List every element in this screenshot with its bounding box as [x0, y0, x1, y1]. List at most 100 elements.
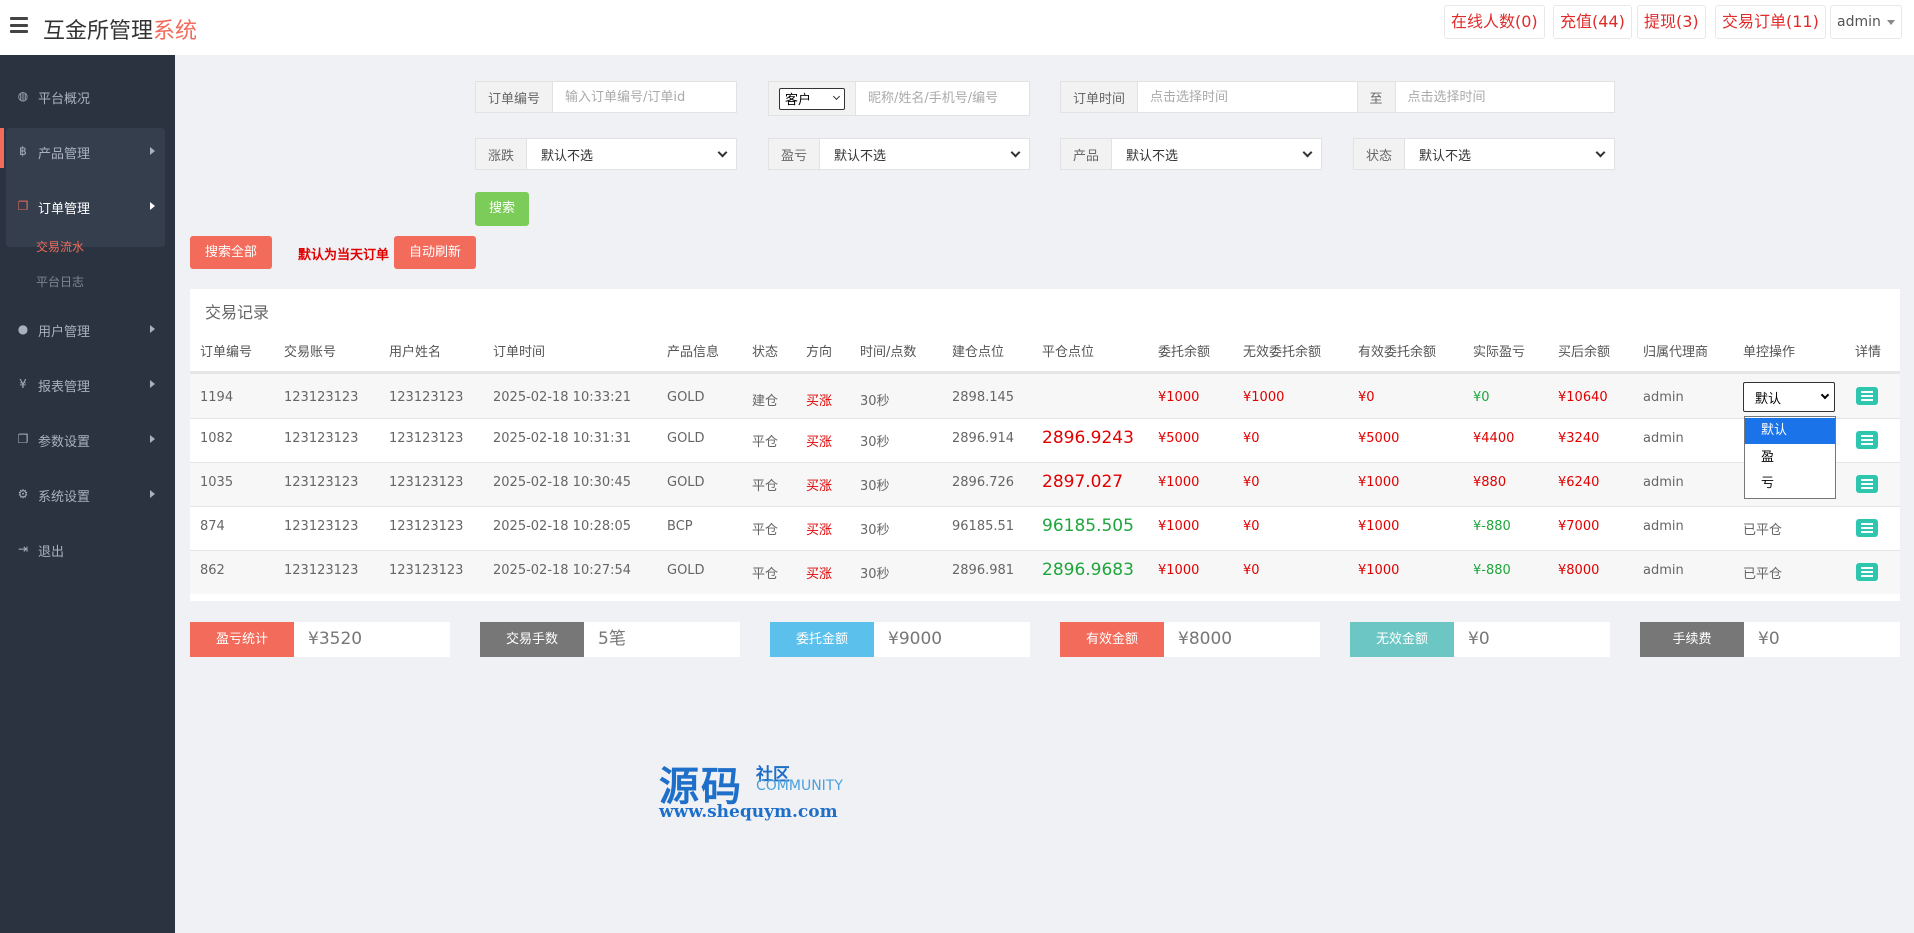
order-number-label: 订单编号 [476, 82, 554, 112]
rise-fall-value: 默认不选 [541, 148, 594, 164]
order-number-filter: 订单编号 [475, 81, 737, 113]
chevron-down-icon [1302, 147, 1313, 157]
cell-order-id: 1082 [200, 431, 234, 446]
status-value: 默认不选 [1419, 148, 1472, 164]
detail-list-icon[interactable] [1856, 387, 1878, 405]
col-header: 实际盈亏 [1473, 345, 1526, 360]
search-all-button[interactable]: 搜索全部 [190, 236, 272, 269]
cell-balance-after: ¥3240 [1558, 431, 1600, 446]
sidebar-item-label: 报表管理 [38, 380, 91, 395]
customer-type-value: 客户 [785, 93, 812, 108]
detail-list-icon[interactable] [1856, 563, 1878, 581]
sidebar-item-users[interactable]: ● 用户管理 [0, 309, 175, 349]
cell-account: 123123123 [284, 475, 359, 490]
profit-loss-label: 盈亏 [769, 139, 821, 169]
control-operation-value: 默认 [1755, 391, 1782, 407]
cell-agent: admin [1643, 475, 1684, 490]
col-header: 平仓点位 [1042, 345, 1095, 360]
user-menu[interactable]: admin [1830, 5, 1902, 39]
sidebar-item-label: 平台概况 [38, 92, 91, 107]
sidebar-item-products[interactable]: ฿ 产品管理 [0, 131, 175, 171]
time-range-to-label: 至 [1356, 82, 1396, 112]
yen-icon: ¥ [19, 377, 27, 391]
user-icon: ● [17, 322, 29, 336]
caret-right-icon [150, 490, 155, 498]
rise-fall-filter: 涨跌 默认不选 [475, 138, 737, 170]
auto-refresh-button[interactable]: 自动刷新 [394, 236, 476, 269]
cell-open-price: 2896.981 [952, 563, 1015, 578]
order-number-input[interactable] [553, 82, 736, 112]
bitcoin-icon: ฿ [19, 144, 27, 158]
today-orders-note: 默认为当天订单 [298, 248, 390, 263]
hamburger-menu-icon[interactable] [10, 17, 28, 33]
detail-list-icon[interactable] [1856, 475, 1878, 493]
product-select[interactable]: 默认不选 [1112, 139, 1321, 169]
cell-open-price: 2898.145 [952, 390, 1015, 405]
cell-balance-after: ¥10640 [1558, 390, 1608, 405]
stat-value: ¥0 [1468, 629, 1490, 649]
control-operation-select[interactable]: 默认 [1743, 382, 1835, 412]
sidebar-subitem-trade-flow[interactable]: 交易流水 [36, 238, 84, 255]
sidebar-item-reports[interactable]: ¥ 报表管理 [0, 364, 175, 404]
cell-direction: 买涨 [806, 479, 833, 494]
rise-fall-select[interactable]: 默认不选 [527, 139, 736, 169]
cell-direction: 买涨 [806, 435, 833, 450]
cell-control-status: 已平仓 [1743, 567, 1783, 582]
detail-list-icon[interactable] [1856, 431, 1878, 449]
order-time-start-input[interactable] [1138, 82, 1357, 112]
cell-name: 123123123 [389, 431, 464, 446]
online-count-link[interactable]: 在线人数(0) [1444, 5, 1545, 39]
sidebar-item-logout[interactable]: ⇥ 退出 [0, 529, 175, 569]
cell-invalid: ¥0 [1243, 519, 1260, 534]
sidebar-item-system[interactable]: ⚙ 系统设置 [0, 474, 175, 514]
sign-out-icon: ⇥ [17, 542, 29, 556]
cell-balance-after: ¥7000 [1558, 519, 1600, 534]
trade-orders-link[interactable]: 交易订单(11) [1715, 5, 1826, 39]
product-filter: 产品 默认不选 [1060, 138, 1322, 170]
cell-status: 平仓 [752, 567, 779, 582]
detail-list-icon[interactable] [1856, 519, 1878, 537]
search-button[interactable]: 搜索 [475, 192, 529, 226]
dropdown-option-default[interactable]: 默认 [1745, 418, 1835, 444]
sidebar-item-orders[interactable]: ❐ 订单管理 [0, 186, 175, 226]
cell-agent: admin [1643, 390, 1684, 405]
col-header: 单控操作 [1743, 345, 1796, 360]
col-header: 买后余额 [1558, 345, 1611, 360]
customer-search-input[interactable] [856, 82, 1029, 115]
recharge-link[interactable]: 充值(44) [1553, 5, 1632, 39]
customer-type-select[interactable]: 客户 [779, 87, 845, 110]
sidebar-item-label: 系统设置 [38, 490, 91, 505]
caret-right-icon [150, 325, 155, 333]
stat-valid-amount: 有效金额 ¥8000 [1060, 622, 1320, 657]
dropdown-option-profit[interactable]: 盈 [1745, 445, 1835, 471]
cell-account: 123123123 [284, 390, 359, 405]
cell-agent: admin [1643, 431, 1684, 446]
top-header: 互金所管理系统 在线人数(0) 充值(44) 提现(3) 交易订单(11) ad… [0, 0, 1914, 55]
caret-right-icon [150, 202, 155, 210]
status-select[interactable]: 默认不选 [1405, 139, 1614, 169]
copy-icon: ❐ [17, 199, 29, 213]
sidebar-item-params[interactable]: ❐ 参数设置 [0, 419, 175, 459]
cell-time: 2025-02-18 10:30:45 [493, 475, 632, 490]
sidebar-item-label: 参数设置 [38, 435, 91, 450]
profit-loss-select[interactable]: 默认不选 [820, 139, 1029, 169]
cell-open-price: 96185.51 [952, 519, 1015, 534]
withdraw-link[interactable]: 提现(3) [1637, 5, 1706, 39]
sidebar-subitem-platform-log[interactable]: 平台日志 [36, 273, 84, 290]
cell-name: 123123123 [389, 475, 464, 490]
dropdown-option-loss[interactable]: 亏 [1745, 471, 1835, 497]
cell-account: 123123123 [284, 519, 359, 534]
profit-loss-value: 默认不选 [834, 148, 887, 164]
order-time-end-input[interactable] [1395, 82, 1614, 112]
cell-valid: ¥0 [1358, 390, 1375, 405]
cell-time: 2025-02-18 10:33:21 [493, 390, 632, 405]
sidebar-item-overview[interactable]: ◍ 平台概况 [0, 76, 175, 116]
cell-time: 2025-02-18 10:27:54 [493, 563, 632, 578]
customer-type-wrap: 客户 [769, 82, 856, 115]
cell-account: 123123123 [284, 431, 359, 446]
cell-open-price: 2896.914 [952, 431, 1015, 446]
profit-loss-filter: 盈亏 默认不选 [768, 138, 1030, 170]
caret-right-icon [150, 435, 155, 443]
gears-icon: ⚙ [17, 487, 29, 501]
stat-label: 交易手数 [480, 622, 584, 657]
